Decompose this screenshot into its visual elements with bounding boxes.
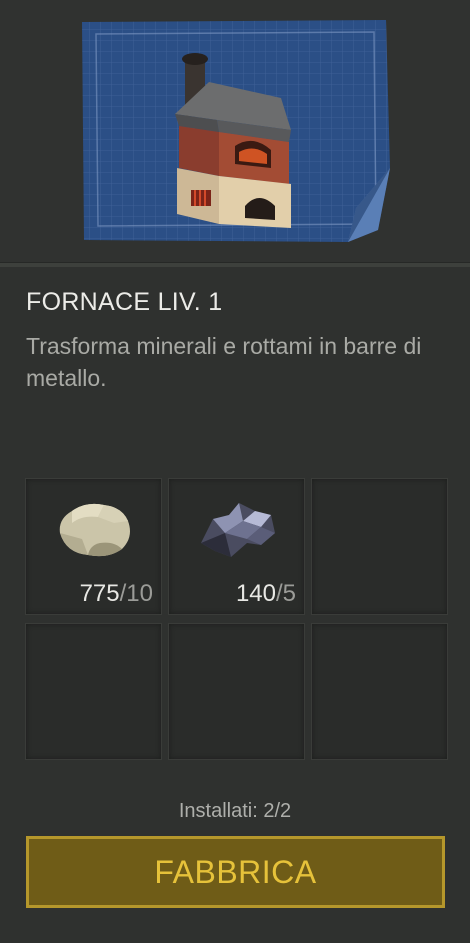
scrap-metal-icon [201, 503, 275, 557]
furnace-blueprint-icon [82, 20, 390, 242]
installed-label: Installati: 2/2 [178, 800, 292, 822]
scrap-owned: 140 [235, 580, 276, 607]
blueprint-header [0, 0, 470, 262]
stone-count: 775/10 [80, 580, 153, 608]
resource-grid: 775/10 140/5 [25, 478, 448, 760]
resource-slot-empty[interactable] [311, 478, 448, 615]
header-divider [0, 262, 470, 267]
building-title: FORNACE LIV. 1 [26, 288, 223, 316]
scrap-required: /5 [275, 580, 296, 607]
stone-owned: 775 [79, 580, 120, 607]
resource-slot-empty[interactable] [25, 623, 162, 760]
stone-required: /10 [119, 580, 153, 607]
resource-slot-scrap[interactable]: 140/5 [168, 478, 305, 615]
resource-slot-stone[interactable]: 775/10 [25, 478, 162, 615]
building-description: Trasforma minerali e rottami in barre di… [26, 333, 422, 391]
resource-slot-empty[interactable] [168, 623, 305, 760]
craft-button[interactable]: FABBRICA [26, 836, 445, 908]
stone-icon [59, 503, 130, 557]
scrap-count: 140/5 [236, 580, 296, 608]
resource-slot-empty[interactable] [311, 623, 448, 760]
